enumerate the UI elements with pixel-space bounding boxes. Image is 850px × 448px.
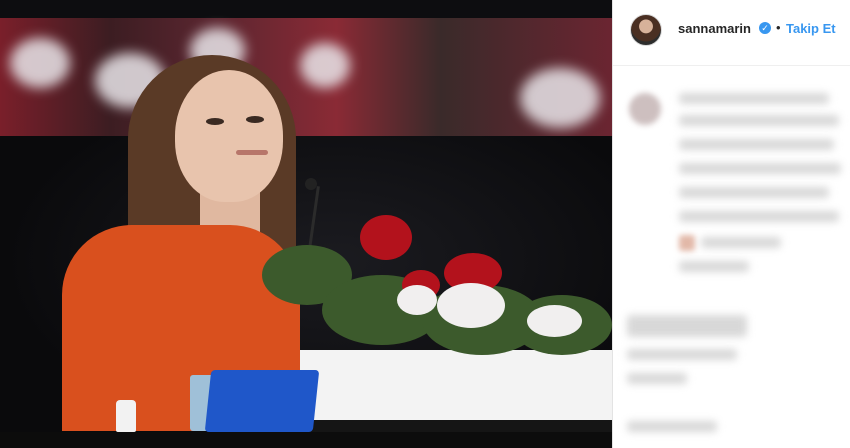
blurred-line <box>701 237 781 248</box>
verified-badge-icon: ✓ <box>759 22 771 34</box>
blurred-line <box>679 261 749 272</box>
follow-button[interactable]: Takip Et <box>786 21 836 36</box>
blurred-comments <box>613 67 850 448</box>
person-eye-left <box>206 118 224 125</box>
blurred-line <box>679 187 829 198</box>
blurred-line <box>679 139 834 150</box>
person-mouth <box>236 150 268 155</box>
post-side-panel: sannamarin ✓ • Takip Et <box>612 0 850 448</box>
laptop <box>204 370 320 432</box>
flower-arrangement <box>262 205 612 375</box>
separator-dot: • <box>776 20 781 35</box>
post-photo[interactable] <box>0 0 612 448</box>
profile-avatar[interactable] <box>630 14 662 46</box>
background-banner <box>0 18 612 136</box>
blurred-line <box>679 211 839 222</box>
blurred-line <box>627 373 687 384</box>
water-bottle <box>116 400 136 432</box>
person-eye-right <box>246 116 264 123</box>
blurred-line <box>627 349 737 360</box>
blurred-line <box>679 93 829 104</box>
blurred-line <box>679 163 841 174</box>
photo-bottom-bar <box>0 432 612 448</box>
username-link[interactable]: sannamarin <box>678 21 751 36</box>
blurred-icons <box>627 315 747 337</box>
post-header: sannamarin ✓ • Takip Et <box>613 0 850 66</box>
blurred-emoji <box>679 235 695 251</box>
blurred-avatar <box>629 93 661 125</box>
blurred-line <box>627 421 717 432</box>
person-face <box>175 70 283 202</box>
microphone-icon <box>305 178 317 190</box>
blurred-line <box>679 115 839 126</box>
